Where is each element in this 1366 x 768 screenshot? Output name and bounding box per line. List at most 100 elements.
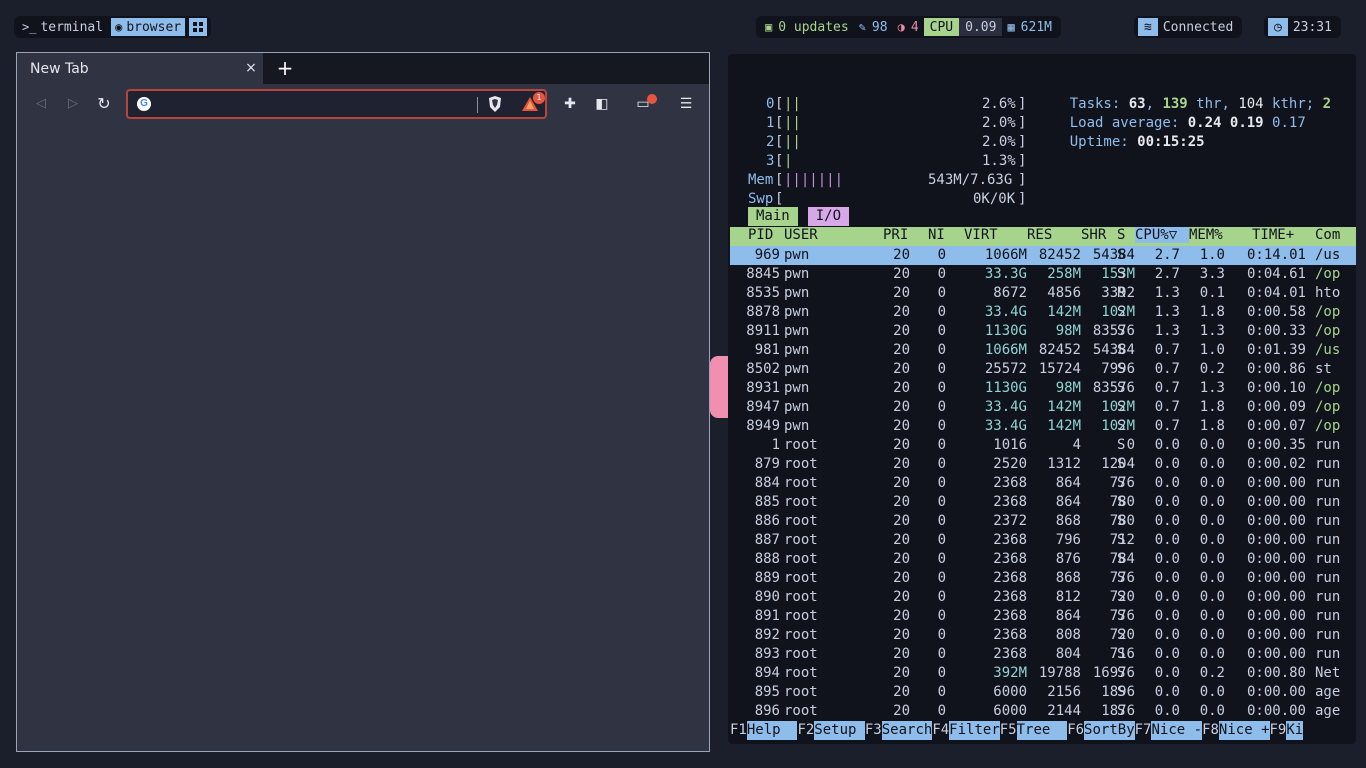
address-bar[interactable]: 1 xyxy=(126,89,547,119)
browser-icon: ◉ xyxy=(115,20,123,34)
alerts-indicator[interactable]: ◑ 4 xyxy=(893,18,924,36)
cell-cpu: 0.7 xyxy=(1154,380,1180,396)
fkey-setup-button[interactable]: Setup xyxy=(814,721,865,740)
table-row[interactable]: 1 root 20 0 1016 4 0 S 0.0 0.0 0:00.35 run xyxy=(730,436,1356,455)
table-row[interactable]: 8502 pwn 20 0 25572 15724 7996 S 0.7 0.2 0:00.86 st xyxy=(730,360,1356,379)
table-row[interactable]: 969 pwn 20 0 1066M 82452 54384 S 2.7 1.0 0:14.01/u… xyxy=(730,246,1356,265)
table-row[interactable]: 8845 pwn 20 0 33.3G 258M 153M S 2.7 3.3 0:04.61/op xyxy=(730,265,1356,284)
table-row[interactable]: 890 root 20 0 2368 812 720 S 0.0 0.0 0:00.00 run xyxy=(730,588,1356,607)
table-row[interactable]: 895 root 20 0 6000 2156 1896 S 0.0 0.0 0:00.00 age xyxy=(730,683,1356,702)
table-row[interactable]: 887 root 20 0 2368 796 712 S 0.0 0.0 0:00.00 run xyxy=(730,531,1356,550)
cell-user: root xyxy=(784,665,818,681)
fkey-ki-button[interactable]: Ki xyxy=(1286,721,1304,740)
table-row[interactable]: 884 root 20 0 2368 864 776 S 0.0 0.0 0:00.00 run xyxy=(730,474,1356,493)
col-state[interactable]: S xyxy=(1117,227,1125,243)
close-icon[interactable]: × xyxy=(243,60,259,76)
brave-shields-icon[interactable] xyxy=(488,96,502,112)
col-command[interactable]: Com xyxy=(1315,227,1340,243)
forward-icon[interactable]: ▷ xyxy=(63,94,83,114)
uptime: Uptime: 00:15:25 xyxy=(1069,134,1205,150)
cell-pri: 20 xyxy=(893,551,910,567)
tab-new-tab[interactable]: New Tab × xyxy=(17,53,263,84)
col-virt[interactable]: VIRT xyxy=(964,227,998,243)
terminal-window[interactable]: 0[|| 2.6%] 1[|| 2.0%] 2[|| 2.0%] 3[| 1.3%] M… xyxy=(728,54,1356,744)
table-row[interactable]: 896 root 20 0 6000 2144 1876 S 0.0 0.0 0:00.00 age xyxy=(730,702,1356,721)
workspace-terminal[interactable]: >_ terminal xyxy=(18,18,107,36)
sidebar-icon[interactable]: ◧ xyxy=(592,94,612,114)
cell-cmd: /op xyxy=(1315,418,1341,434)
fkey-help-button[interactable]: Help xyxy=(746,721,798,740)
cell-ni: 0 xyxy=(937,589,946,605)
table-row[interactable]: 8949 pwn 20 0 33.4G 142M 102M S 0.7 1.8 0:00.07/op xyxy=(730,417,1356,436)
workspace-browser[interactable]: ◉ browser xyxy=(111,18,186,36)
cell-pri: 20 xyxy=(893,570,910,586)
fkey-sortby-button[interactable]: SortBy xyxy=(1084,721,1135,740)
cell-pri: 20 xyxy=(893,399,910,415)
table-row[interactable]: 888 root 20 0 2368 876 784 S 0.0 0.0 0:00.00 run xyxy=(730,550,1356,569)
layout-grid-button[interactable] xyxy=(189,18,208,36)
table-row[interactable]: 879 root 20 0 2520 1312 1204 S 0.0 0.0 0:00.02 run xyxy=(730,455,1356,474)
table-row[interactable]: 8911 pwn 20 0 1130G 98M 83576 S 1.3 1.3 0:00.33/op xyxy=(730,322,1356,341)
cell-s: S xyxy=(1117,627,1126,643)
table-row[interactable]: 892 root 20 0 2368 808 720 S 0.0 0.0 0:00.00 run xyxy=(730,626,1356,645)
cell-cpu: 0.0 xyxy=(1154,627,1180,643)
table-row[interactable]: 893 root 20 0 2368 804 716 S 0.0 0.0 0:00.00 run xyxy=(730,645,1356,664)
back-icon[interactable]: ◁ xyxy=(31,94,51,114)
clock-time[interactable]: 23:31 xyxy=(1288,18,1337,36)
col-user[interactable]: USER xyxy=(784,227,818,243)
plugins-indicator[interactable]: ✎ 98 xyxy=(854,18,893,36)
network-status[interactable]: Connected xyxy=(1158,18,1238,36)
cell-cpu: 0.0 xyxy=(1154,456,1180,472)
cell-cpu: 2.7 xyxy=(1154,266,1180,282)
table-row[interactable]: 8931 pwn 20 0 1130G 98M 83576 S 0.7 1.3 0:00.10/op xyxy=(730,379,1356,398)
table-row[interactable]: 886 root 20 0 2372 868 780 S 0.0 0.0 0:00.00 run xyxy=(730,512,1356,531)
tab-io[interactable]: I/O xyxy=(807,207,850,226)
memory-indicator[interactable]: ▦ 621M xyxy=(1002,18,1057,36)
cell-user: pwn xyxy=(784,323,810,339)
cell-pid: 8502 xyxy=(746,361,780,377)
cell-user: pwn xyxy=(784,266,810,282)
wifi-icon[interactable]: ≋ xyxy=(1138,18,1158,36)
table-row[interactable]: 8947 pwn 20 0 33.4G 142M 102M S 0.7 1.8 0:00.09/op xyxy=(730,398,1356,417)
cell-pri: 20 xyxy=(893,532,910,548)
fkey-number: F9 xyxy=(1269,722,1287,738)
menu-icon[interactable]: ☰ xyxy=(676,94,696,114)
cell-cmd: run xyxy=(1315,475,1341,491)
col-cpu[interactable]: CPU%▽ xyxy=(1135,227,1189,243)
cell-mem: 0.0 xyxy=(1199,551,1225,567)
col-time[interactable]: TIME+ xyxy=(1252,227,1294,243)
function-key-bar: F1 Help F2 Setup F3 Search F4 Filter F5 Tree F6… xyxy=(730,721,1304,740)
cell-cpu: 0.7 xyxy=(1154,342,1180,358)
reload-icon[interactable]: ↻ xyxy=(94,94,114,114)
fkey-nice-button[interactable]: Nice + xyxy=(1218,721,1270,740)
cell-pid: 8878 xyxy=(746,304,780,320)
cell-user: root xyxy=(784,608,818,624)
cell-s: S xyxy=(1117,437,1126,453)
new-tab-button[interactable]: + xyxy=(275,58,295,79)
fkey-tree-button[interactable]: Tree xyxy=(1016,721,1068,740)
table-row[interactable]: 8535 pwn 20 0 8672 4856 3392 R 1.3 0.1 0:04.01 hto xyxy=(730,284,1356,303)
tab-main[interactable]: Main xyxy=(748,207,798,226)
col-pri[interactable]: PRI xyxy=(883,227,908,243)
table-row[interactable]: 891 root 20 0 2368 864 776 S 0.0 0.0 0:00.00 run xyxy=(730,607,1356,626)
col-mem[interactable]: MEM% xyxy=(1189,227,1223,243)
table-row[interactable]: 981 pwn 20 0 1066M 82452 54384 S 0.7 1.0 0:01.39/u… xyxy=(730,341,1356,360)
cell-cmd: run xyxy=(1315,494,1341,510)
cell-pri: 20 xyxy=(893,475,910,491)
col-shr[interactable]: SHR xyxy=(1081,227,1106,243)
updates-indicator[interactable]: ▣ 0 updates xyxy=(760,18,854,36)
table-row[interactable]: 889 root 20 0 2368 868 776 S 0.0 0.0 0:00.00 run xyxy=(730,569,1356,588)
col-res[interactable]: RES xyxy=(1027,227,1052,243)
table-row[interactable]: 885 root 20 0 2368 864 780 S 0.0 0.0 0:00.00 run xyxy=(730,493,1356,512)
table-row[interactable]: 8878 pwn 20 0 33.4G 142M 102M S 1.3 1.8 0:00.58/op xyxy=(730,303,1356,322)
extensions-icon[interactable]: ✚ xyxy=(560,94,580,114)
col-ni[interactable]: NI xyxy=(928,227,945,243)
cell-user: root xyxy=(784,646,818,662)
fkey-filter-button[interactable]: Filter xyxy=(949,721,1000,740)
fkey-nice-button[interactable]: Nice - xyxy=(1151,721,1203,740)
cell-pid: 8845 xyxy=(746,266,780,282)
fkey-search-button[interactable]: Search xyxy=(881,721,933,740)
col-pid[interactable]: PID xyxy=(748,227,773,243)
table-row[interactable]: 894 root 20 0 392M 19788 16976 S 0.0 0.2 0:00.80 Ne… xyxy=(730,664,1356,683)
cell-res: 258M xyxy=(1047,266,1081,282)
